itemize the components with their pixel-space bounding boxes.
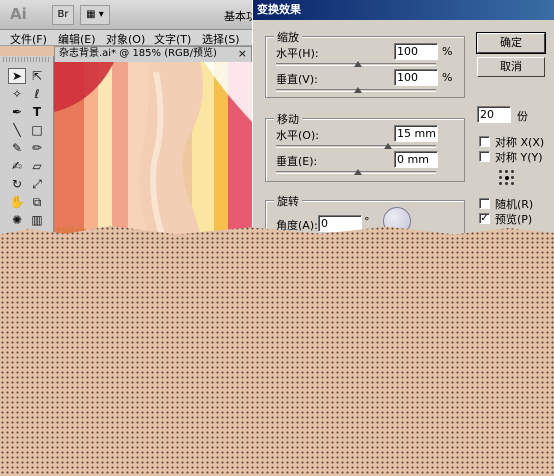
reflect-x-label[interactable]: 对称 X(X) bbox=[495, 134, 544, 150]
copies-input[interactable]: 20 bbox=[477, 106, 511, 123]
move-horizontal-thumb[interactable] bbox=[384, 143, 392, 149]
document-tab[interactable]: 杂志背景.ai* @ 185% (RGB/预览) × bbox=[54, 46, 252, 62]
scale-group: 缩放 水平(H): 100 % 垂直(V): 100 % bbox=[265, 29, 465, 98]
masked-region bbox=[0, 240, 554, 476]
ref-point-dot[interactable] bbox=[499, 176, 502, 179]
figure-illustration bbox=[54, 62, 252, 240]
blob-brush-tool-icon[interactable]: ✍ bbox=[8, 158, 26, 174]
move-vertical-input[interactable]: 0 mm bbox=[394, 151, 438, 168]
move-vertical-label: 垂直(E): bbox=[276, 155, 318, 168]
type-tool-icon[interactable]: T bbox=[28, 104, 46, 120]
symbol-sprayer-tool-icon[interactable]: ✺ bbox=[8, 212, 26, 228]
move-horizontal-slider[interactable] bbox=[276, 145, 436, 148]
ref-point-dot[interactable] bbox=[511, 182, 514, 185]
reference-point-locator[interactable] bbox=[499, 170, 515, 186]
ref-point-dot[interactable] bbox=[511, 176, 514, 179]
move-horizontal-label: 水平(O): bbox=[276, 129, 319, 142]
scale-vertical-thumb[interactable] bbox=[354, 87, 362, 93]
ref-point-dot[interactable] bbox=[505, 170, 508, 173]
copies-label: 份 bbox=[517, 110, 528, 123]
screenshot-root: Ai Br ▦ ▾ 基本功 文件(F) 编辑(E) 对象(O) 文字(T) 选择… bbox=[0, 0, 554, 476]
artboard-canvas[interactable]: 7咪文 bbox=[54, 62, 252, 240]
ref-point-dot[interactable] bbox=[505, 182, 508, 185]
scale-horizontal-unit: % bbox=[442, 45, 453, 58]
scale-group-label: 缩放 bbox=[274, 29, 302, 45]
menu-file[interactable]: 文件(F) bbox=[10, 31, 47, 47]
ref-point-dot[interactable] bbox=[499, 182, 502, 185]
random-checkbox[interactable] bbox=[479, 198, 490, 209]
random-label[interactable]: 随机(R) bbox=[495, 196, 533, 212]
free-transform-tool-icon[interactable]: ⧉ bbox=[28, 194, 46, 210]
scale-vertical-label: 垂直(V): bbox=[276, 73, 318, 86]
grid-icon: ▦ ▾ bbox=[86, 9, 104, 20]
document-tab-title: 杂志背景.ai* @ 185% (RGB/预览) bbox=[59, 48, 217, 59]
eraser-tool-icon[interactable]: ▱ bbox=[28, 158, 46, 174]
ref-point-center-dot[interactable] bbox=[505, 176, 509, 180]
reflect-y-checkbox[interactable] bbox=[479, 151, 490, 162]
paintbrush-tool-icon[interactable]: ✎ bbox=[8, 140, 26, 156]
lasso-tool-icon[interactable]: ℓ bbox=[28, 86, 46, 102]
line-tool-icon[interactable]: ╲ bbox=[8, 122, 26, 138]
tools-panel: ➤ ⇱ ✧ ℓ ✒ T ╲ □ ✎ ✏ ✍ ▱ ↻ ⤢ ✋ ⧉ ✺ ▥ bbox=[0, 56, 54, 240]
rotate-group-label: 旋转 bbox=[274, 193, 302, 209]
scale-horizontal-thumb[interactable] bbox=[354, 61, 362, 67]
panel-grip[interactable] bbox=[3, 57, 49, 62]
scale-vertical-input[interactable]: 100 bbox=[394, 69, 438, 86]
reflect-y-label[interactable]: 对称 Y(Y) bbox=[495, 149, 543, 165]
warp-tool-icon[interactable]: ✋ bbox=[8, 194, 26, 210]
pen-tool-icon[interactable]: ✒ bbox=[8, 104, 26, 120]
rectangle-tool-icon[interactable]: □ bbox=[28, 122, 46, 138]
rotate-angle-unit: ° bbox=[364, 215, 370, 228]
rotate-angle-input[interactable]: 0 bbox=[318, 215, 362, 232]
menu-select[interactable]: 选择(S) bbox=[202, 31, 240, 47]
dialog-title: 变换效果 bbox=[253, 0, 554, 20]
bridge-button[interactable]: Br bbox=[52, 5, 74, 25]
scale-vertical-unit: % bbox=[442, 71, 453, 84]
ok-button[interactable]: 确定 bbox=[476, 32, 546, 54]
menu-type[interactable]: 文字(T) bbox=[154, 31, 191, 47]
scale-horizontal-label: 水平(H): bbox=[276, 47, 319, 60]
move-vertical-thumb[interactable] bbox=[354, 169, 362, 175]
menu-bar: 文件(F) 编辑(E) 对象(O) 文字(T) 选择(S) bbox=[0, 30, 252, 46]
move-horizontal-input[interactable]: 15 mm bbox=[394, 125, 438, 142]
pencil-tool-icon[interactable]: ✏ bbox=[28, 140, 46, 156]
scale-tool-icon[interactable]: ⤢ bbox=[28, 176, 46, 192]
transform-effect-dialog: 变换效果 缩放 水平(H): 100 % 垂直(V): 100 % 移动 水平(… bbox=[252, 0, 554, 260]
menu-edit[interactable]: 编辑(E) bbox=[58, 31, 96, 47]
illustrator-logo: Ai bbox=[10, 5, 27, 23]
checkmark-icon: ✓ bbox=[480, 213, 489, 224]
selection-tool-icon[interactable]: ➤ bbox=[8, 68, 26, 84]
direct-selection-tool-icon[interactable]: ⇱ bbox=[28, 68, 46, 84]
preview-checkbox[interactable]: ✓ bbox=[479, 213, 490, 224]
menu-object[interactable]: 对象(O) bbox=[106, 31, 145, 47]
reflect-x-checkbox[interactable] bbox=[479, 136, 490, 147]
scale-horizontal-input[interactable]: 100 bbox=[394, 43, 438, 60]
column-graph-tool-icon[interactable]: ▥ bbox=[28, 212, 46, 228]
cancel-button[interactable]: 取消 bbox=[477, 57, 545, 77]
arrange-documents-button[interactable]: ▦ ▾ bbox=[80, 5, 110, 25]
preview-label[interactable]: 预览(P) bbox=[495, 211, 532, 227]
ref-point-dot[interactable] bbox=[511, 170, 514, 173]
move-group-label: 移动 bbox=[274, 111, 302, 127]
magic-wand-tool-icon[interactable]: ✧ bbox=[8, 86, 26, 102]
rotate-tool-icon[interactable]: ↻ bbox=[8, 176, 26, 192]
ref-point-dot[interactable] bbox=[499, 170, 502, 173]
close-tab-icon[interactable]: × bbox=[238, 47, 247, 61]
move-group: 移动 水平(O): 15 mm 垂直(E): 0 mm bbox=[265, 111, 465, 182]
